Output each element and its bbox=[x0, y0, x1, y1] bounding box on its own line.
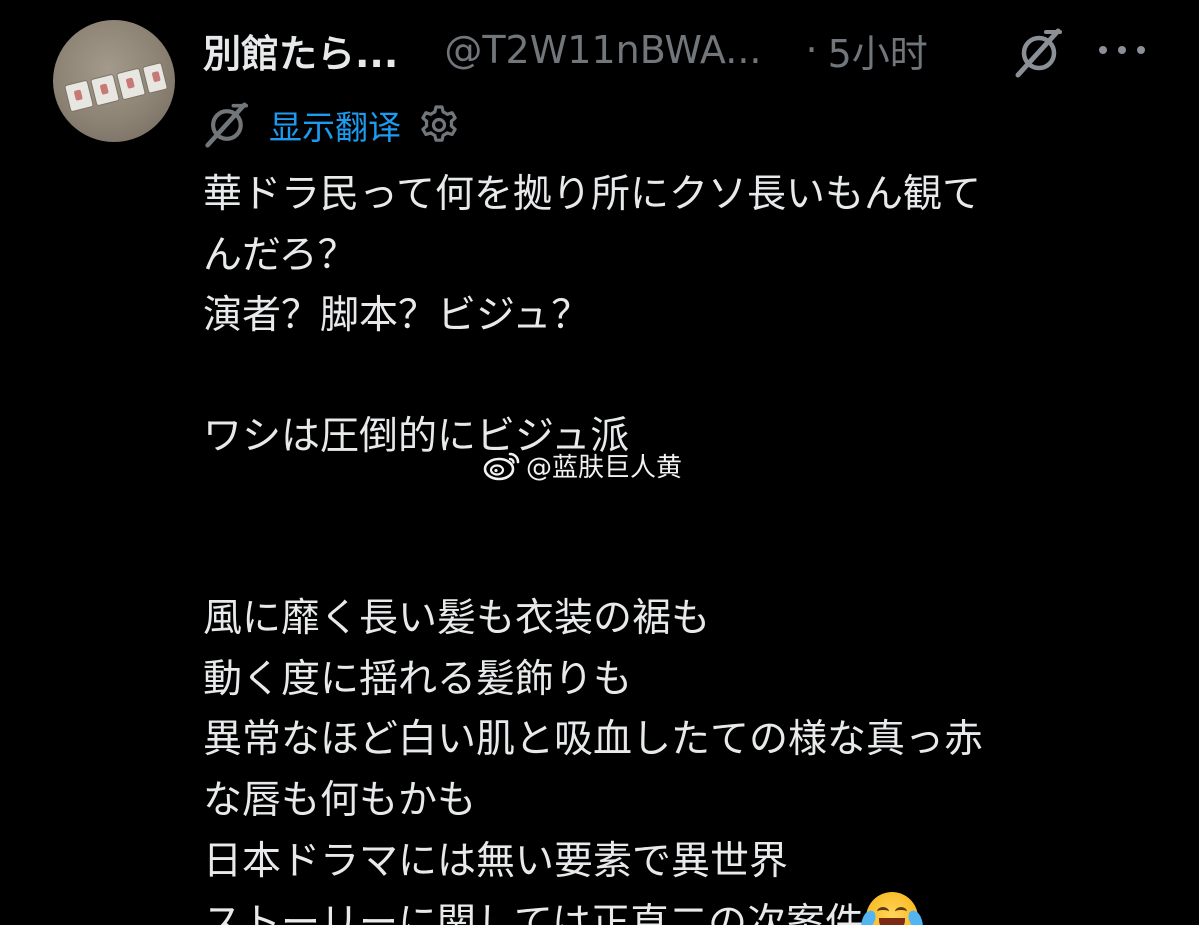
text-line-content: ストーリーに関しては正直二の次案件 bbox=[203, 901, 865, 925]
tears-of-joy-emoji-icon bbox=[857, 892, 927, 925]
grok-icon bbox=[205, 102, 249, 148]
tweet-text: 華ドラ民って何を拠り所にクソ長いもん観て んだろ？ 演者？脚本？ビジュ？ ワシは… bbox=[203, 165, 1163, 925]
text-line: 演者？脚本？ビジュ？ bbox=[203, 293, 591, 339]
timestamp[interactable]: 5小时 bbox=[828, 23, 928, 78]
translate-row: 显示翻译 bbox=[203, 100, 461, 150]
text-line: ワシは圧倒的にビジュ派 bbox=[203, 414, 630, 460]
show-translation-link[interactable]: 显示翻译 bbox=[269, 101, 401, 149]
text-line: んだろ？ bbox=[203, 232, 357, 278]
weibo-logo-icon bbox=[483, 452, 520, 481]
watermark-text: @蓝肤巨人黄 bbox=[526, 452, 683, 483]
separator-dot: · bbox=[805, 28, 818, 72]
text-line-last: ストーリーに関しては正直二の次案件 bbox=[203, 892, 1163, 925]
text-line: 異常なほど白い肌と吸血したての様な真っ赤 bbox=[203, 717, 984, 763]
text-line: 日本ドラマには無い要素で異世界 bbox=[203, 838, 789, 884]
text-line: 風に靡く長い髪も衣装の裾も bbox=[203, 596, 711, 642]
text-line: な唇も何もかも bbox=[203, 777, 477, 823]
display-name[interactable]: 別館たら... bbox=[203, 23, 398, 78]
avatar[interactable] bbox=[53, 20, 175, 142]
tweet: 別館たら... @T2W11nBWA... · 5小时 显示翻译 華ドラ民って何… bbox=[0, 0, 1199, 925]
gear-icon[interactable] bbox=[417, 103, 461, 147]
text-line: 華ドラ民って何を拠り所にクソ長いもん観て bbox=[203, 172, 982, 217]
text-line: 動く度に揺れる髪飾りも bbox=[203, 656, 633, 702]
grok-icon[interactable] bbox=[1013, 28, 1063, 78]
watermark: @蓝肤巨人黄 bbox=[482, 445, 682, 485]
user-handle[interactable]: @T2W11nBWA... bbox=[444, 28, 761, 72]
more-icon[interactable] bbox=[1099, 30, 1145, 70]
